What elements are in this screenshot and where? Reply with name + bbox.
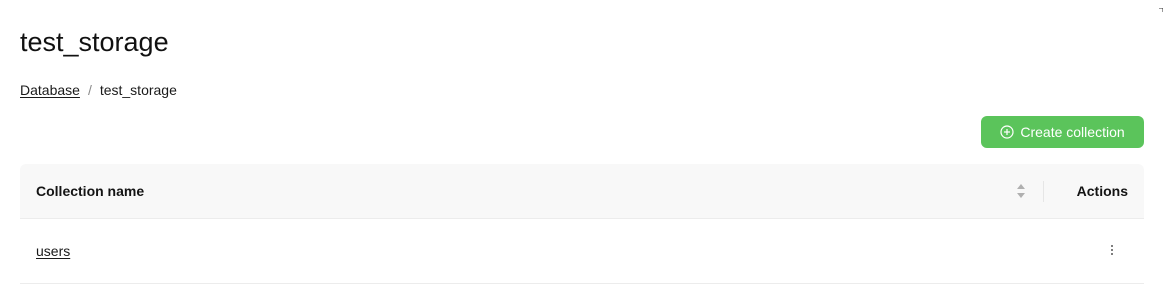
page: test_storage Database / test_storage Cre… <box>0 0 1163 305</box>
collections-table: Collection name Actions users <box>20 164 1144 284</box>
table-header: Collection name Actions <box>20 164 1144 219</box>
create-collection-button[interactable]: Create collection <box>981 116 1144 148</box>
breadcrumb-item-current: test_storage <box>99 82 177 98</box>
plus-circle-icon <box>1000 125 1014 139</box>
page-title: test_storage <box>20 27 169 57</box>
column-header-actions: Actions <box>1076 183 1128 199</box>
corner-cursor-icon <box>1158 0 1163 12</box>
column-divider <box>1043 181 1044 202</box>
breadcrumb-item-database[interactable]: Database <box>20 81 80 99</box>
breadcrumb-separator: / <box>87 82 92 98</box>
table-row: users <box>20 219 1144 284</box>
sort-icon[interactable] <box>1016 183 1026 199</box>
breadcrumb: Database / test_storage <box>20 81 177 99</box>
more-vertical-icon[interactable] <box>1102 237 1122 263</box>
collection-link-users[interactable]: users <box>36 243 70 259</box>
create-collection-label: Create collection <box>1020 124 1125 140</box>
column-header-collection-name: Collection name <box>36 183 145 199</box>
collection-name-cell: users <box>36 219 70 283</box>
